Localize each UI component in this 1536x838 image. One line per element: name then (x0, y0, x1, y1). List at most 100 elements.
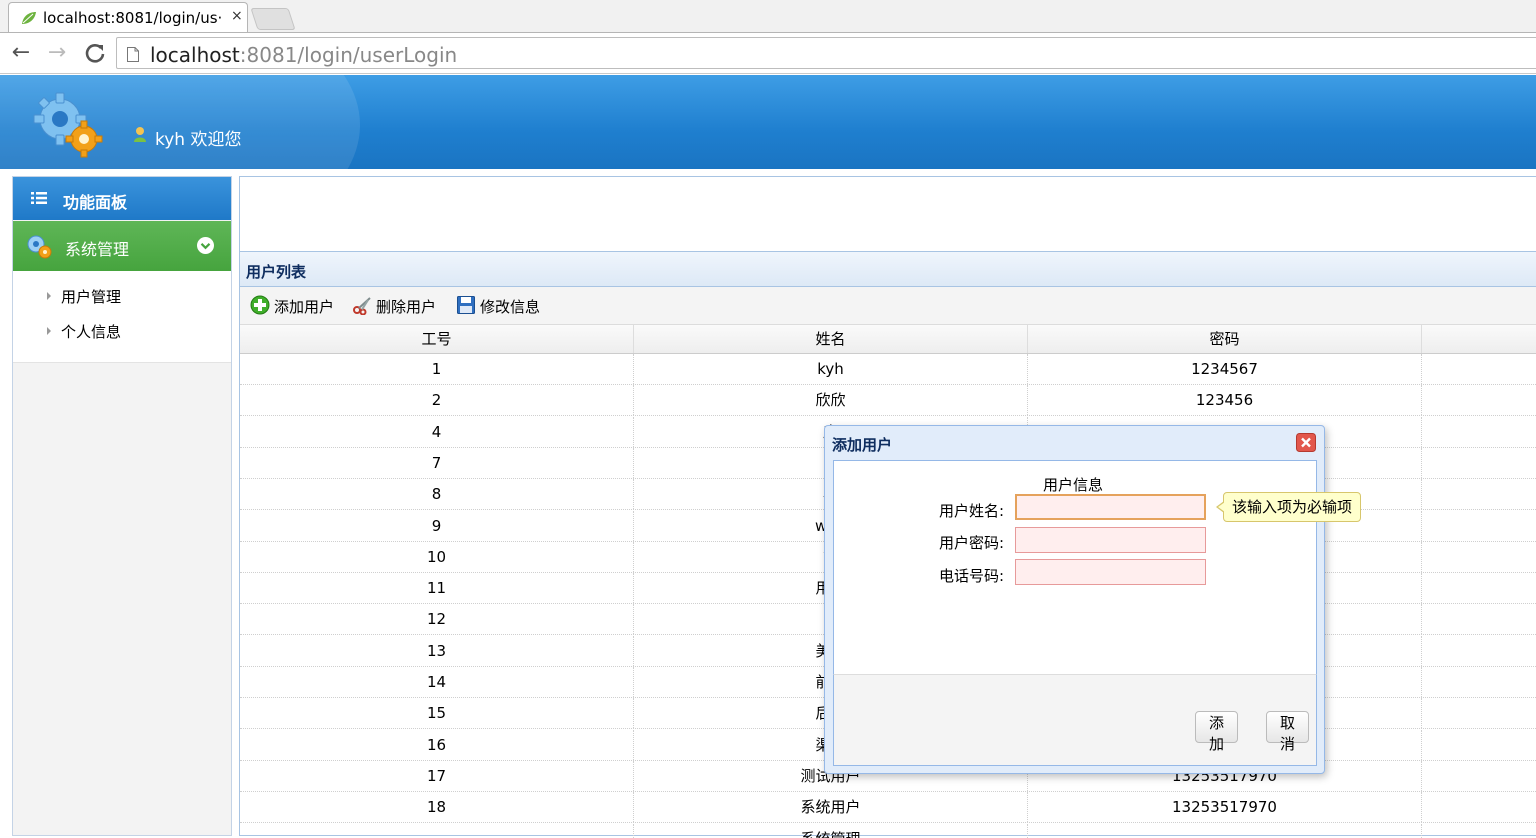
close-icon[interactable] (1296, 433, 1316, 452)
browser-tab[interactable]: localhost:8081/login/us· × (8, 2, 248, 32)
page-icon (127, 47, 139, 62)
add-icon (250, 295, 270, 315)
address-bar[interactable]: localhost:8081/login/userLogin (116, 37, 1536, 69)
fieldset-legend: 用户信息 (1043, 476, 1104, 494)
cell-password (1028, 824, 1422, 838)
cell-id: 9 (240, 511, 634, 541)
cell-id: 18 (240, 792, 634, 822)
cell-id: 14 (240, 667, 634, 697)
cell-spacer (1422, 604, 1536, 634)
cell-spacer (1422, 792, 1536, 822)
grid-title: 用户列表 (246, 263, 307, 281)
table-row[interactable]: 18 系统用户 13253517970 (240, 792, 1536, 823)
sidebar-item-user-management[interactable]: 用户管理 (47, 286, 121, 307)
cell-spacer (1422, 667, 1536, 697)
password-input[interactable] (1015, 527, 1206, 553)
cell-id (240, 824, 634, 838)
user-icon (134, 127, 146, 142)
cell-name: 系统用户 (634, 792, 1028, 822)
tab-close-icon[interactable]: × (231, 8, 243, 24)
dialog-title: 添加用户 (832, 436, 893, 454)
add-button[interactable]: 添加 (1195, 711, 1238, 753)
url-text: localhost:8081/login/userLogin (150, 43, 457, 67)
cell-spacer (1422, 385, 1536, 415)
cell-id: 11 (240, 573, 634, 603)
cell-password: 123456 (1028, 385, 1422, 415)
tooltip-arrow (1216, 501, 1225, 513)
table-row[interactable]: 系统管理 (240, 824, 1536, 838)
password-label: 用户密码: (939, 534, 1005, 552)
url-path: :8081/login/userLogin (239, 43, 458, 67)
tooltip-text: 该输入项为必输项 (1232, 498, 1353, 516)
menu-body (13, 271, 231, 363)
cell-spacer (1422, 448, 1536, 478)
browser-tabstrip: localhost:8081/login/us· × (0, 0, 1536, 32)
username-input[interactable] (1015, 494, 1206, 520)
cell-id: 17 (240, 761, 634, 791)
grid-title-bar: 用户列表 (240, 251, 1536, 287)
new-tab-button[interactable] (250, 8, 296, 30)
sidebar-item-label: 个人信息 (61, 323, 122, 341)
cell-spacer (1422, 730, 1536, 760)
cell-id: 1 (240, 354, 634, 384)
column-header-id[interactable]: 工号 (240, 325, 634, 353)
username-label: 用户姓名: (939, 502, 1005, 520)
cell-password: 1234567 (1028, 354, 1422, 384)
table-row[interactable]: 2 欣欣 123456 (240, 385, 1536, 416)
tab-title: localhost:8081/login/us· (43, 9, 223, 27)
welcome-text: kyh 欢迎您 (155, 130, 242, 150)
app-header: kyh 欢迎您 (0, 75, 1536, 169)
back-arrow-icon[interactable]: ← (8, 39, 34, 67)
table-row[interactable]: 1 kyh 1234567 (240, 354, 1536, 385)
cancel-button[interactable]: 取消 (1266, 711, 1309, 753)
cell-spacer (1422, 479, 1536, 509)
cell-id: 10 (240, 542, 634, 572)
cell-spacer (1422, 824, 1536, 838)
add-user-dialog: 添加用户 用户信息 用户姓名: 该输入项为必输项 用户密码: 电话号码: 添加 … (824, 425, 1362, 774)
list-icon (31, 192, 47, 204)
reload-icon[interactable] (82, 39, 108, 67)
cell-id: 15 (240, 698, 634, 728)
browser-toolbar: ← → localhost:8081/login/userLogin (0, 32, 1536, 74)
cell-spacer (1422, 698, 1536, 728)
cell-id: 16 (240, 730, 634, 760)
column-header-name[interactable]: 姓名 (634, 325, 1028, 353)
cell-spacer (1422, 354, 1536, 384)
sidebar-item-label: 用户管理 (61, 288, 122, 306)
cell-name: 系统管理 (634, 824, 1028, 838)
cell-id: 8 (240, 479, 634, 509)
cell-name: kyh (634, 354, 1028, 384)
phone-label: 电话号码: (939, 567, 1005, 585)
dialog-footer (833, 674, 1317, 766)
grid-header: 工号 姓名 密码 (240, 325, 1536, 354)
phone-input[interactable] (1015, 559, 1206, 585)
gears-logo-icon (33, 92, 103, 158)
caret-right-icon (47, 292, 51, 300)
cell-name: 欣欣 (634, 385, 1028, 415)
forward-arrow-icon[interactable]: → (44, 39, 70, 67)
cell-spacer (1422, 542, 1536, 572)
cell-spacer (1422, 761, 1536, 791)
cell-spacer (1422, 573, 1536, 603)
group-title: 系统管理 (65, 240, 130, 259)
url-host: localhost (150, 43, 240, 67)
chevron-down-icon[interactable] (197, 237, 214, 254)
add-user-label: 添加用户 (274, 298, 335, 316)
cell-id: 12 (240, 604, 634, 634)
sidebar-item-personal-info[interactable]: 个人信息 (47, 321, 121, 342)
cell-id: 13 (240, 636, 634, 666)
save-icon (457, 296, 475, 314)
column-header-spacer (1422, 325, 1536, 353)
cell-spacer (1422, 417, 1536, 447)
validation-tooltip: 该输入项为必输项 (1216, 492, 1362, 522)
leaf-icon (22, 12, 36, 24)
cell-password: 13253517970 (1028, 792, 1422, 822)
panel-header: 功能面板 (13, 177, 231, 220)
cell-spacer (1422, 636, 1536, 666)
column-header-password[interactable]: 密码 (1028, 325, 1422, 353)
accordion-system-management[interactable]: 系统管理 (13, 221, 231, 271)
caret-right-icon (47, 327, 51, 335)
panel-title: 功能面板 (63, 193, 128, 212)
cell-spacer (1422, 511, 1536, 541)
function-panel: 功能面板 系统管理 用户管理 个人信息 (12, 176, 232, 836)
